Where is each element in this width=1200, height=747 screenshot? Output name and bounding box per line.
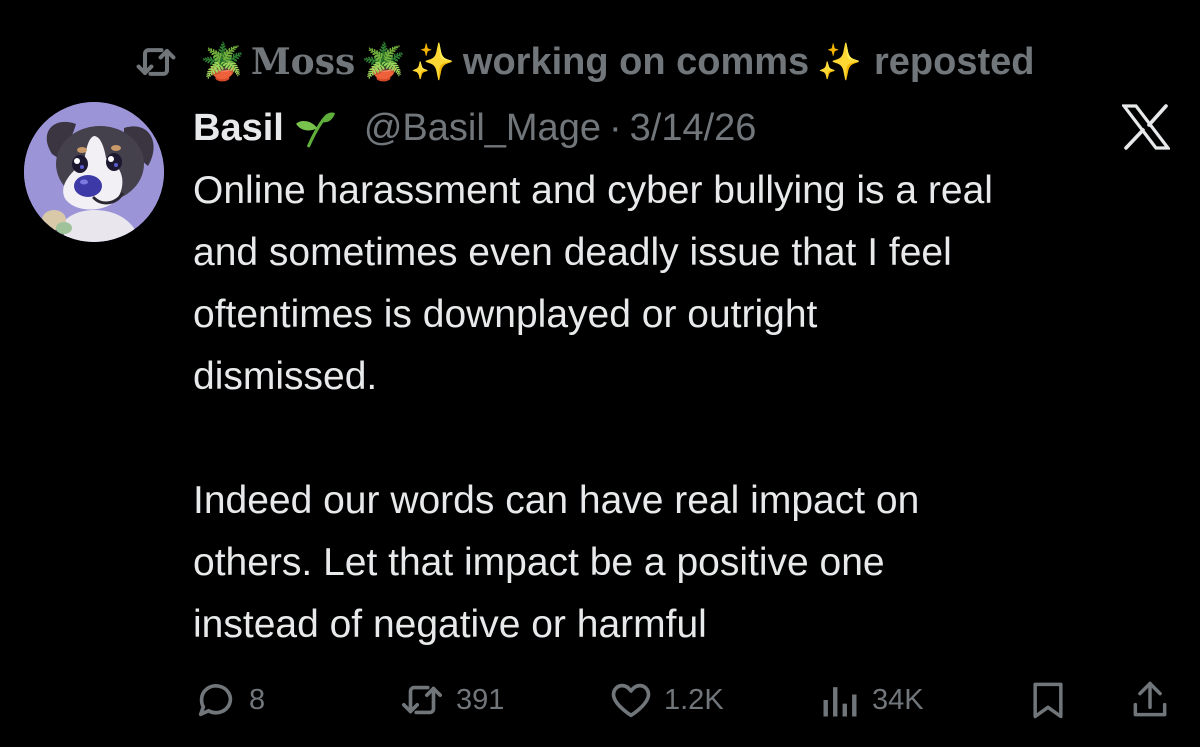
- display-name[interactable]: Basil: [193, 107, 284, 150]
- sparkles-icon: ✨: [817, 41, 862, 82]
- share-icon: [1133, 681, 1167, 717]
- views-button[interactable]: 34K: [818, 672, 924, 728]
- tweet-text: Online harassment and cyber bullying is …: [193, 169, 993, 646]
- reply-count: 8: [249, 683, 266, 716]
- reposter-status: working on comms: [462, 40, 810, 83]
- reply-icon: [198, 684, 233, 717]
- repost-count: 391: [456, 683, 505, 716]
- potted-plant-icon: 🪴: [200, 41, 245, 82]
- sprout-icon: [295, 112, 335, 148]
- dog-avatar-illustration: [24, 102, 164, 242]
- reply-button[interactable]: 8: [193, 672, 265, 728]
- view-count: 34K: [872, 683, 924, 716]
- potted-plant-icon: 🪴: [361, 41, 407, 82]
- retweet-icon: [136, 48, 176, 76]
- reposter-name[interactable]: Moss: [251, 41, 355, 83]
- avatar[interactable]: [24, 102, 164, 242]
- heart-icon: [611, 683, 651, 718]
- action-bar: 8 391 1.2K 34K: [193, 672, 1178, 728]
- reposted-label: reposted: [874, 40, 1035, 83]
- repost-button[interactable]: 391: [398, 672, 504, 728]
- bookmark-icon: [1033, 682, 1063, 719]
- tweet-date[interactable]: 3/14/26: [630, 107, 757, 150]
- views-chart-icon: [823, 687, 857, 717]
- tweet-header: Basil @Basil_Mage · 3/14/26: [193, 100, 756, 156]
- like-count: 1.2K: [664, 683, 724, 716]
- user-handle[interactable]: @Basil_Mage: [364, 107, 601, 150]
- like-button[interactable]: 1.2K: [608, 672, 724, 728]
- repost-indicator[interactable]: 🪴 Moss 🪴 ✨ working on comms ✨ reposted: [134, 36, 1034, 88]
- sparkles-icon: ✨: [410, 41, 455, 82]
- retweet-icon: [401, 685, 443, 715]
- separator: ·: [608, 106, 622, 149]
- share-button[interactable]: [1128, 672, 1182, 728]
- x-logo-icon: [1122, 104, 1170, 150]
- bookmark-button[interactable]: [1026, 672, 1080, 728]
